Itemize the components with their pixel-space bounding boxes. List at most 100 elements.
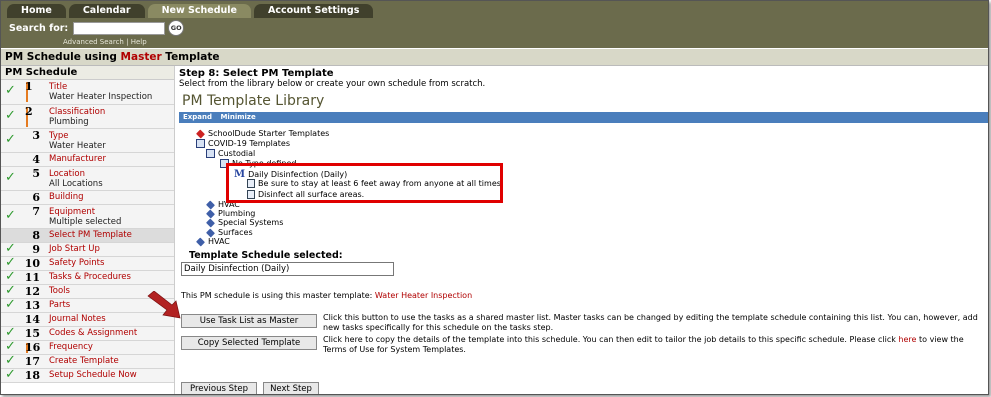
master-template-link[interactable]: Water Heater Inspection: [375, 291, 472, 300]
step-value: Water Heater Inspection: [49, 92, 153, 102]
checkmark-icon: ✓: [5, 170, 16, 185]
step-label: Codes & Assignment: [49, 328, 138, 338]
tab-home[interactable]: Home: [7, 4, 66, 18]
step-value: Multiple selected: [49, 217, 122, 227]
sidebar-step-8[interactable]: 8 Select PM Template: [1, 229, 174, 243]
checkmark-icon: ✓: [5, 353, 16, 368]
tree-node-label: Plumbing: [218, 209, 256, 218]
search-row: Search for: GO: [9, 20, 185, 36]
step-label: Tasks & Procedures: [49, 272, 131, 282]
use-task-list-description: Click this button to use the tasks as a …: [323, 313, 978, 332]
terms-here-link[interactable]: here: [898, 335, 916, 344]
template-selected-field[interactable]: Daily Disinfection (Daily): [181, 262, 394, 276]
tree-node-label: Custodial: [218, 149, 256, 158]
help-link[interactable]: Help: [131, 38, 147, 46]
step-label: Frequency: [49, 342, 93, 352]
checkmark-icon: ✓: [5, 255, 16, 270]
sidebar-step-2[interactable]: ✓ 2 Classification Plumbing: [1, 105, 174, 129]
highlight-box: [226, 163, 503, 203]
checkmark-icon: ✓: [5, 339, 16, 354]
step-number: 18: [24, 369, 40, 382]
sidebar-step-5[interactable]: ✓ 5 Location All Locations: [1, 167, 174, 191]
sidebar-step-3[interactable]: ✓ 3 Type Water Heater: [1, 129, 174, 153]
tree-node-label: Special Systems: [218, 218, 284, 227]
step-number: 17: [24, 355, 40, 368]
step-value: Water Heater: [49, 141, 106, 151]
tree-node[interactable]: Surfaces: [205, 227, 253, 238]
blue-diamond-icon: [205, 227, 216, 238]
blue-diamond-icon: [205, 199, 216, 210]
checkmark-icon: ✓: [5, 208, 16, 223]
sidebar-step-7[interactable]: ✓ 7 Equipment Multiple selected: [1, 205, 174, 229]
step-label: Building: [49, 192, 84, 202]
step-number: 3: [32, 129, 40, 142]
header: Home Calendar New Schedule Account Setti…: [1, 1, 988, 48]
sidebar-title: PM Schedule: [1, 66, 174, 80]
tab-account-settings[interactable]: Account Settings: [254, 4, 374, 18]
sidebar-step-15[interactable]: ✓ 15 Codes & Assignment: [1, 325, 174, 341]
go-button[interactable]: GO: [168, 20, 185, 36]
top-tabs: Home Calendar New Schedule Account Setti…: [7, 4, 376, 18]
tree-node[interactable]: Plumbing: [205, 208, 256, 219]
step-label: Title: [49, 82, 68, 92]
sidebar-step-11[interactable]: ✓ 11 Tasks & Procedures: [1, 269, 174, 285]
blue-diamond-icon: [205, 208, 216, 219]
checkmark-icon: ✓: [5, 83, 16, 98]
copy-template-description: Click here to copy the details of the te…: [323, 335, 988, 355]
red-diamond-icon: [195, 128, 206, 139]
tree-node[interactable]: COVID-19 Templates: [196, 139, 290, 148]
tree-node[interactable]: SchoolDude Starter Templates: [195, 128, 329, 139]
checkmark-icon: ✓: [5, 325, 16, 340]
step-value: All Locations: [49, 179, 103, 189]
tab-calendar[interactable]: Calendar: [68, 4, 145, 18]
step-number: 16: [25, 341, 41, 354]
step-number: 13: [24, 299, 40, 312]
tree-node-label: COVID-19 Templates: [208, 139, 291, 148]
sidebar-step-10[interactable]: ✓ 10 Safety Points: [1, 255, 174, 271]
page-title: PM Schedule using Master Template: [1, 49, 988, 66]
use-task-list-button[interactable]: Use Task List as Master: [181, 314, 317, 328]
previous-step-button[interactable]: Previous Step: [181, 382, 257, 394]
sidebar-step-4[interactable]: 4 Manufacturer: [1, 153, 174, 167]
step-number: 2: [25, 105, 33, 118]
minimize-link[interactable]: Minimize: [220, 113, 255, 121]
step-number: 8: [32, 229, 40, 242]
sidebar-step-1[interactable]: ✓ 1 Title Water Heater Inspection: [1, 80, 174, 105]
copy-desc-part1: Click here to copy the details of the te…: [323, 335, 896, 344]
link-separator: |: [126, 38, 129, 46]
master-note-text: This PM schedule is using this master te…: [181, 291, 373, 300]
checkmark-icon: ✓: [5, 269, 16, 284]
step-number: 12: [24, 285, 40, 298]
step-label: Parts: [49, 300, 71, 310]
template-selected-label: Template Schedule selected:: [189, 250, 343, 261]
step-number: 15: [24, 327, 40, 340]
tree-node[interactable]: Custodial: [206, 149, 255, 158]
search-input[interactable]: [73, 21, 166, 35]
step-label: Setup Schedule Now: [49, 370, 137, 380]
tree-node[interactable]: Special Systems: [205, 217, 284, 228]
sidebar: PM Schedule ✓ 1 Title Water Heater Inspecti…: [1, 66, 175, 394]
step-heading: Step 8: Select PM Template: [179, 68, 334, 79]
tree-node[interactable]: HVAC: [195, 236, 230, 247]
sidebar-step-17[interactable]: ✓ 17 Create Template: [1, 353, 174, 369]
step-number: 4: [32, 153, 40, 166]
checkmark-icon: ✓: [5, 367, 16, 382]
master-template-note: This PM schedule is using this master te…: [181, 291, 472, 300]
tree-node-label: Surfaces: [218, 228, 253, 237]
advanced-search-link[interactable]: Advanced Search: [63, 38, 124, 46]
book-icon: [196, 139, 205, 148]
expand-link[interactable]: Expand: [183, 113, 212, 121]
next-step-button[interactable]: Next Step: [263, 382, 319, 394]
sidebar-step-18[interactable]: ✓ 18 Setup Schedule Now: [1, 367, 174, 383]
sidebar-step-9[interactable]: ✓ 9 Job Start Up: [1, 241, 174, 257]
step-label: Location: [49, 169, 85, 179]
step-description: Select from the library below or create …: [179, 79, 486, 89]
step-label: Select PM Template: [49, 230, 132, 240]
sidebar-step-16[interactable]: ✓ 16 Frequency: [1, 339, 174, 355]
tab-new-schedule[interactable]: New Schedule: [147, 4, 251, 18]
step-number: 6: [32, 191, 40, 204]
copy-template-button[interactable]: Copy Selected Template: [181, 336, 317, 350]
step-number: 10: [24, 257, 40, 270]
sidebar-step-6[interactable]: 6 Building: [1, 191, 174, 205]
page-title-master: Master: [120, 51, 162, 63]
